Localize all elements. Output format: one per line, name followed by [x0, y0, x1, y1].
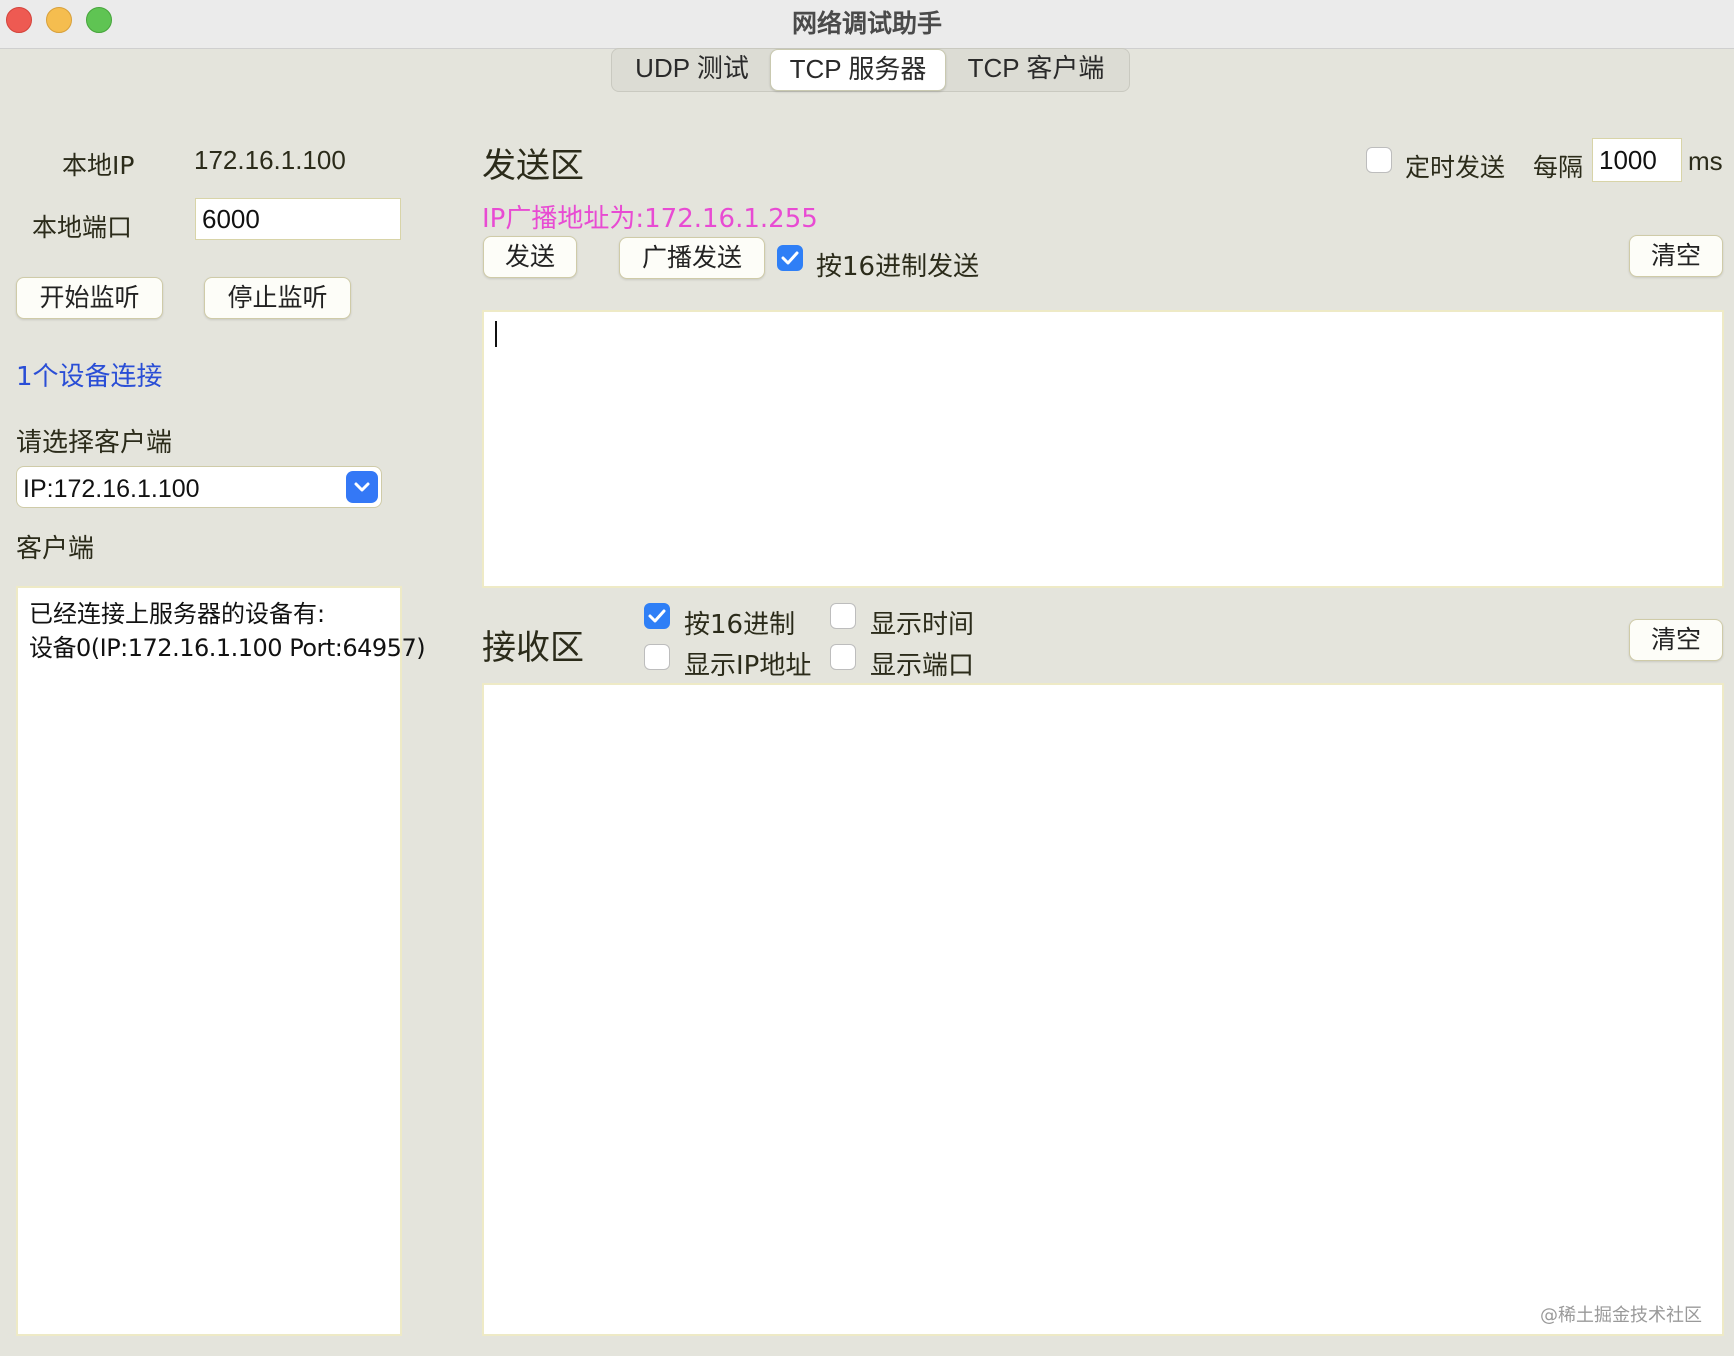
text-cursor: [495, 321, 497, 347]
title-bar: 网络调试助手: [0, 0, 1734, 49]
broadcast-address-info: IP广播地址为:172.16.1.255: [482, 204, 818, 234]
interval-input[interactable]: [1592, 138, 1682, 182]
show-time-label: 显示时间: [870, 610, 975, 640]
timed-send-label: 定时发送: [1405, 153, 1506, 182]
local-ip-label: 本地IP: [62, 151, 135, 180]
local-port-label: 本地端口: [32, 213, 133, 242]
local-ip-value: 172.16.1.100: [194, 145, 346, 175]
start-listen-button[interactable]: 开始监听: [16, 277, 163, 319]
client-list-line: 已经连接上服务器的设备有:: [29, 600, 326, 628]
client-list-box[interactable]: 已经连接上服务器的设备有: 设备0(IP:172.16.1.100 Port:6…: [16, 586, 426, 1336]
hex-send-label: 按16进制发送: [816, 252, 980, 282]
client-select[interactable]: IP:172.16.1.100: [16, 466, 382, 508]
show-ip-label: 显示IP地址: [684, 651, 812, 681]
client-section-label: 客户端: [16, 534, 95, 564]
device-count-text: 1个设备连接: [16, 362, 163, 392]
tab-udp-test[interactable]: UDP 测试: [618, 49, 766, 89]
show-port-checkbox[interactable]: [830, 644, 856, 670]
send-button[interactable]: 发送: [483, 236, 577, 278]
receive-area-title: 接收区: [482, 628, 584, 668]
stop-listen-button[interactable]: 停止监听: [204, 277, 351, 319]
show-ip-checkbox[interactable]: [644, 644, 670, 670]
receive-clear-button[interactable]: 清空: [1629, 619, 1723, 661]
watermark: @稀土掘金技术社区: [1540, 1305, 1702, 1326]
receive-text-area[interactable]: [482, 683, 1724, 1336]
hex-send-checkbox[interactable]: [777, 245, 803, 271]
client-list-line: 设备0(IP:172.16.1.100 Port:64957): [29, 634, 426, 662]
receive-hex-label: 按16进制: [684, 610, 796, 640]
window-title: 网络调试助手: [791, 9, 942, 38]
tab-bar: UDP 测试 TCP 服务器 TCP 客户端: [611, 48, 1130, 92]
receive-hex-checkbox[interactable]: [644, 603, 670, 629]
interval-label: 每隔: [1533, 153, 1584, 182]
broadcast-send-button[interactable]: 广播发送: [619, 237, 765, 279]
select-client-label: 请选择客户端: [16, 428, 173, 458]
client-select-value: IP:172.16.1.100: [23, 475, 200, 503]
send-area-title: 发送区: [482, 146, 584, 186]
tab-tcp-server[interactable]: TCP 服务器: [770, 49, 946, 91]
tab-tcp-client[interactable]: TCP 客户端: [948, 49, 1124, 89]
send-clear-button[interactable]: 清空: [1629, 235, 1723, 277]
show-port-label: 显示端口: [870, 651, 975, 681]
interval-unit: ms: [1688, 146, 1723, 176]
local-port-input[interactable]: [195, 198, 401, 240]
timed-send-checkbox[interactable]: [1366, 147, 1392, 173]
send-text-area[interactable]: [482, 310, 1724, 588]
chevron-down-icon[interactable]: [346, 471, 378, 503]
show-time-checkbox[interactable]: [830, 603, 856, 629]
